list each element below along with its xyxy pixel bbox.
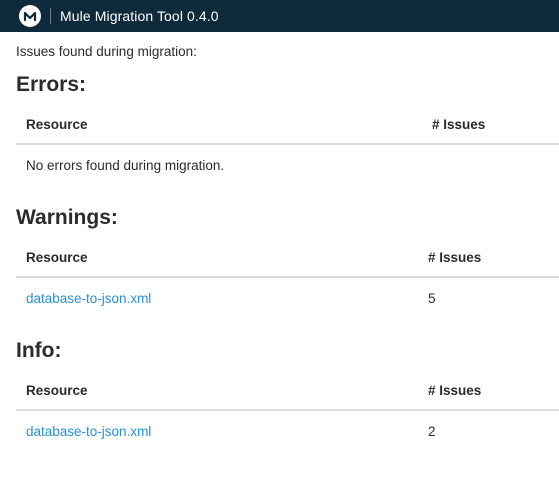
column-header-issues: # Issues	[418, 238, 559, 278]
resource-cell: database-to-json.xml	[16, 410, 418, 451]
resource-link[interactable]: database-to-json.xml	[26, 291, 151, 306]
warnings-heading: Warnings:	[16, 206, 118, 229]
resource-cell: database-to-json.xml	[16, 277, 418, 318]
column-header-resource: Resource	[16, 238, 418, 278]
column-header-issues: # Issues	[418, 371, 559, 411]
info-table: Resource # Issues database-to-json.xml 2	[16, 371, 559, 451]
info-heading: Info:	[16, 339, 62, 362]
issues-count-cell: 5	[428, 290, 436, 306]
table-row: database-to-json.xml 5	[16, 277, 559, 318]
table-header-row: Resource # Issues	[16, 105, 559, 145]
errors-heading: Errors:	[16, 73, 87, 96]
app-title: Mule Migration Tool 0.4.0	[60, 8, 219, 24]
header-divider	[50, 8, 51, 24]
errors-empty-message: No errors found during migration.	[26, 157, 225, 173]
table-header-row: Resource # Issues	[16, 238, 559, 278]
app-header: Mule Migration Tool 0.4.0	[0, 0, 559, 32]
column-header-issues: # Issues	[422, 105, 559, 145]
table-row: No errors found during migration.	[16, 144, 559, 185]
issues-count-cell: 2	[428, 423, 436, 439]
table-row: database-to-json.xml 2	[16, 410, 559, 451]
mulesoft-logo-icon	[19, 5, 41, 27]
errors-table: Resource # Issues No errors found during…	[16, 105, 559, 185]
resource-link[interactable]: database-to-json.xml	[26, 424, 151, 439]
intro-text: Issues found during migration:	[16, 44, 197, 59]
table-header-row: Resource # Issues	[16, 371, 559, 411]
column-header-resource: Resource	[16, 371, 418, 411]
column-header-resource: Resource	[16, 105, 422, 145]
warnings-table: Resource # Issues database-to-json.xml 5	[16, 238, 559, 318]
report-content: Issues found during migration: Errors: R…	[0, 44, 559, 451]
